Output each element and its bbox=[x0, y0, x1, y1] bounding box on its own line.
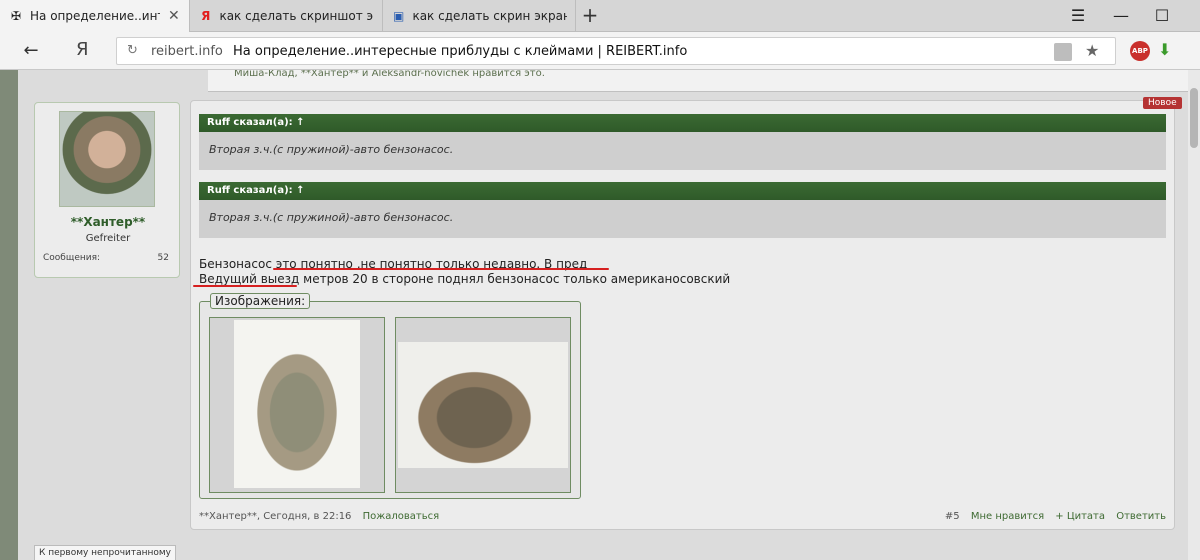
tab-title: На определение..интере bbox=[30, 9, 160, 23]
close-icon[interactable]: ✕ bbox=[168, 8, 180, 24]
quote-block: Ruff сказал(а): ↑ Вторая з.ч.(с пружиной… bbox=[199, 114, 1166, 170]
quote-header[interactable]: Ruff сказал(а): ↑ bbox=[199, 114, 1166, 132]
back-arrow-icon[interactable]: ← bbox=[20, 40, 42, 61]
message-text: Бензонасос это понятно ,не понятно тольк… bbox=[199, 257, 730, 287]
user-rank: Gefreiter bbox=[85, 233, 131, 244]
scrollbar[interactable] bbox=[1188, 70, 1200, 560]
tab-bar: ✠ На определение..интере ✕ Я как сделать… bbox=[0, 0, 1200, 32]
user-name[interactable]: **Хантер** bbox=[35, 215, 181, 229]
menu-icon[interactable]: ☰ bbox=[1068, 6, 1088, 26]
iron-cross-icon: ✠ bbox=[10, 9, 22, 23]
tab-monitor[interactable]: ▣ как сделать скрин экрана н bbox=[383, 0, 576, 32]
quote-body: Вторая з.ч.(с пружиной)-авто бензонасос. bbox=[199, 200, 1166, 238]
url-field[interactable]: ↻ reibert.info На определение..интересны… bbox=[116, 37, 1116, 65]
post-number[interactable]: #5 bbox=[945, 511, 960, 522]
avatar[interactable] bbox=[59, 111, 155, 207]
jump-to-unread-button[interactable]: К первому непрочитанному bbox=[34, 545, 177, 560]
red-underline bbox=[193, 285, 297, 287]
red-underline bbox=[273, 268, 609, 270]
minimize-icon[interactable]: — bbox=[1111, 6, 1131, 26]
user-card: **Хантер** Gefreiter Сообщения: 52 bbox=[34, 102, 180, 278]
yandex-icon: Я bbox=[201, 9, 211, 23]
yandex-home-button[interactable]: Я bbox=[76, 39, 89, 60]
scrollbar-thumb[interactable] bbox=[1190, 88, 1198, 148]
quote-link[interactable]: + Цитата bbox=[1055, 511, 1105, 522]
reload-icon[interactable]: ↻ bbox=[127, 43, 138, 58]
report-link[interactable]: Пожаловаться bbox=[363, 511, 440, 522]
download-icon[interactable]: ⬇ bbox=[1158, 40, 1171, 59]
maximize-icon[interactable]: ☐ bbox=[1152, 6, 1172, 26]
tab-title: как сделать скриншот экра bbox=[219, 9, 374, 23]
post-author-date[interactable]: **Хантер**, Сегодня, в 22:16 bbox=[199, 511, 351, 522]
like-link[interactable]: Мне нравится bbox=[971, 511, 1044, 522]
fuel-pump-photo bbox=[234, 320, 360, 488]
url-page-title: На определение..интересные приблуды с кл… bbox=[233, 44, 688, 59]
tab-yandex[interactable]: Я как сделать скриншот экра bbox=[190, 0, 383, 32]
url-domain: reibert.info bbox=[151, 44, 223, 59]
forum-page: Миша-Клад, **Хантер** и Aleksandr-novich… bbox=[18, 70, 1188, 560]
post-footer: **Хантер**, Сегодня, в 22:16 Пожаловатьс… bbox=[199, 511, 1166, 522]
new-badge: Новое bbox=[1143, 97, 1182, 109]
post-actions: #5 Мне нравится + Цитата Ответить bbox=[937, 511, 1166, 522]
post: Новое Ruff сказал(а): ↑ Вторая з.ч.(с пр… bbox=[190, 97, 1182, 530]
image-thumbnail[interactable] bbox=[395, 317, 571, 493]
tab-title: как сделать скрин экрана н bbox=[412, 9, 567, 23]
star-icon[interactable]: ★ bbox=[1085, 41, 1099, 60]
images-legend: Изображения: bbox=[210, 293, 311, 309]
messages-count: 52 bbox=[157, 253, 169, 263]
new-tab-button[interactable]: + bbox=[578, 4, 602, 28]
adblock-icon[interactable]: ABP bbox=[1130, 41, 1150, 61]
image-thumbnail[interactable] bbox=[209, 317, 385, 493]
address-bar: ← Я ↻ reibert.info На определение..интер… bbox=[0, 32, 1200, 70]
images-block: Изображения: bbox=[199, 293, 581, 499]
messages-label: Сообщения: bbox=[43, 253, 101, 263]
previous-post-likes: Миша-Клад, **Хантер** и Aleksandr-novich… bbox=[208, 70, 1188, 92]
quote-body: Вторая з.ч.(с пружиной)-авто бензонасос. bbox=[199, 132, 1166, 170]
quote-header[interactable]: Ruff сказал(а): ↑ bbox=[199, 182, 1166, 200]
reply-link[interactable]: Ответить bbox=[1116, 511, 1166, 522]
monitor-icon: ▣ bbox=[393, 9, 405, 23]
fuel-pump-photo bbox=[398, 342, 568, 468]
tab-active[interactable]: ✠ На определение..интере ✕ bbox=[0, 0, 190, 32]
lock-icon[interactable] bbox=[1054, 43, 1072, 61]
quote-block: Ruff сказал(а): ↑ Вторая з.ч.(с пружиной… bbox=[199, 182, 1166, 238]
